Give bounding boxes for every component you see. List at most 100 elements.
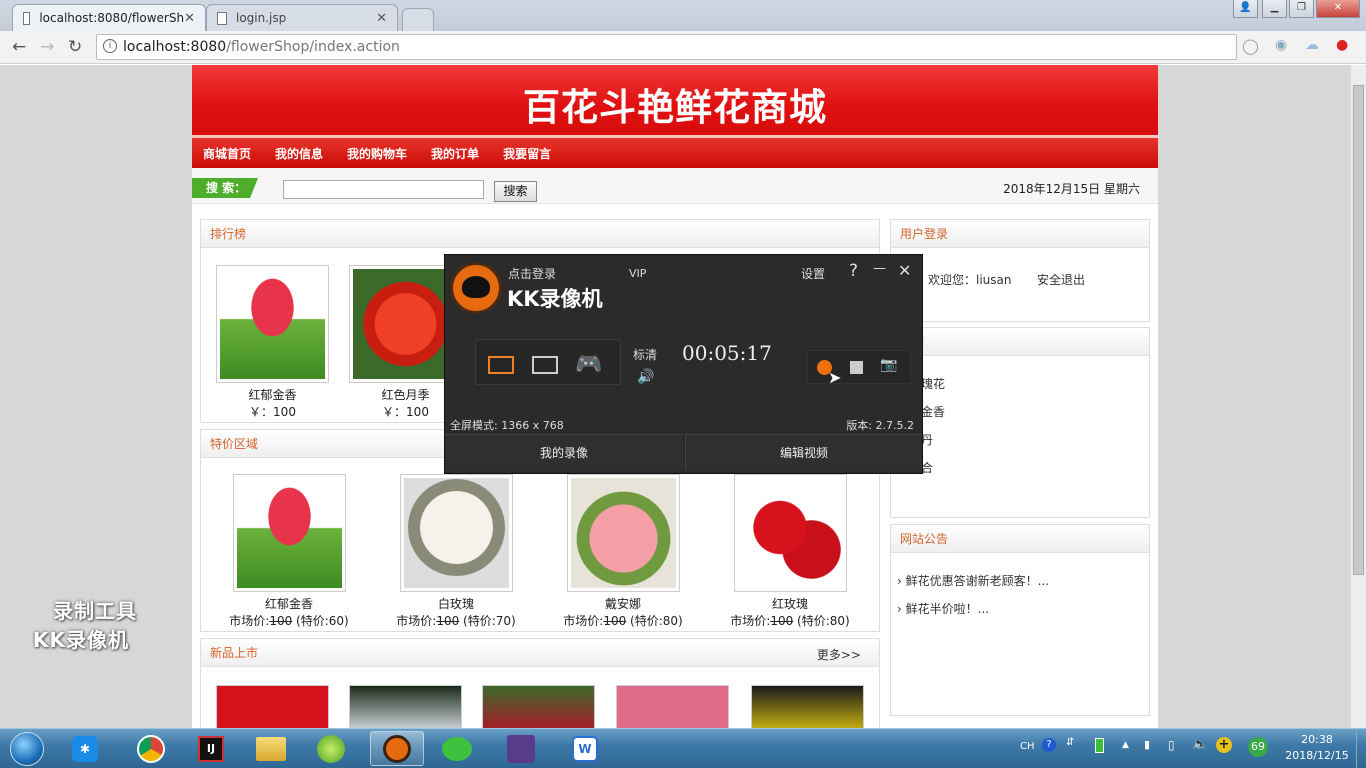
product-image[interactable] [482, 685, 595, 728]
address-bar[interactable]: i localhost:8080/flowerShop/index.action [96, 34, 1237, 60]
volume-icon[interactable]: 🔊 [637, 369, 654, 385]
plus-tray-icon[interactable]: + [1216, 737, 1232, 753]
product-image[interactable] [216, 265, 329, 383]
camera-icon[interactable]: 📷 [880, 357, 897, 373]
reload-icon[interactable]: ↻ [68, 37, 82, 57]
taskbar-app[interactable] [304, 731, 358, 766]
login-link[interactable]: 点击登录 [508, 265, 556, 282]
tab-close-icon[interactable]: ✕ [376, 11, 387, 26]
extension-icon[interactable]: ◯ [1242, 37, 1259, 55]
taskbar-kk-recorder[interactable] [370, 731, 424, 766]
product-image[interactable] [751, 685, 864, 728]
notice-item[interactable]: › 鲜花优惠答谢新老顾客！... [897, 567, 1049, 595]
tab-title: localhost:8080/flowerSh [39, 11, 185, 25]
search-input[interactable] [283, 180, 484, 199]
product-card[interactable]: 红玫瑰 市场价:100 (特价:80) [702, 474, 878, 629]
product-card[interactable]: 红郁金香 ￥：100 [216, 265, 329, 420]
taskbar-explorer[interactable] [244, 731, 298, 766]
nav-cart[interactable]: 我的购物车 [347, 145, 407, 162]
logout-link[interactable]: 安全退出 [1037, 271, 1085, 288]
signal-icon[interactable]: ▮ [1144, 738, 1150, 751]
maximize-icon[interactable]: ❐ [1289, 0, 1314, 18]
product-card[interactable]: 红郁金香 市场价:100 (特价:60) [201, 474, 377, 629]
new-tab-button[interactable] [402, 8, 434, 31]
close-window-icon[interactable]: ✕ [1316, 0, 1360, 18]
app-icon: W [572, 735, 598, 762]
region-mode-icon[interactable] [532, 356, 558, 374]
notice-item[interactable]: › 鲜花半价啦！... [897, 595, 1049, 623]
nav-my-info[interactable]: 我的信息 [275, 145, 323, 162]
show-desktop-button[interactable] [1356, 729, 1366, 768]
nav-message[interactable]: 我要留言 [503, 145, 551, 162]
extension-icon[interactable]: ● [1336, 37, 1348, 53]
product-name[interactable]: 白玫瑰 [368, 595, 544, 612]
back-icon[interactable]: ← [12, 37, 26, 57]
close-icon[interactable]: ✕ [898, 261, 911, 280]
battery-icon[interactable] [1095, 738, 1104, 753]
taskbar-chrome[interactable] [124, 731, 178, 766]
game-mode-icon[interactable]: 🎮 [575, 352, 602, 377]
nav-orders[interactable]: 我的订单 [431, 145, 479, 162]
taskbar-wechat[interactable] [430, 731, 484, 766]
my-videos-button[interactable]: 我的录像 [445, 434, 683, 471]
minimize-icon[interactable]: — [873, 261, 886, 276]
clock[interactable]: 20:38 2018/12/15 [1280, 732, 1354, 764]
product-image[interactable] [733, 474, 847, 592]
taskbar-intellij[interactable]: IJ [184, 731, 238, 766]
help-icon[interactable]: ? [849, 261, 858, 281]
tab-close-icon[interactable]: ✕ [184, 11, 195, 26]
fullscreen-mode-icon[interactable] [488, 356, 514, 374]
document-icon [23, 11, 31, 25]
product-name[interactable]: 戴安娜 [535, 595, 711, 612]
product-name[interactable]: 红郁金香 [216, 386, 329, 403]
login-panel: 用户登录 欢迎您：liusan 安全退出 [890, 219, 1150, 322]
brand-item[interactable]: 金香 [921, 398, 945, 426]
info-icon[interactable]: i [103, 39, 117, 53]
product-card[interactable]: 戴安娜 市场价:100 (特价:80) [535, 474, 711, 629]
windows-logo-icon [10, 731, 44, 766]
vip-badge[interactable]: VIP [629, 267, 646, 280]
nav-home[interactable]: 商城首页 [203, 145, 251, 162]
brand-item[interactable]: 合 [921, 454, 945, 482]
help-tray-icon[interactable]: ? [1042, 738, 1056, 752]
user-icon[interactable]: 👤 [1233, 0, 1258, 18]
settings-button[interactable]: 设置 [801, 265, 825, 282]
volume-tray-icon[interactable]: 🔈 [1192, 737, 1208, 752]
scrollbar-thumb[interactable] [1353, 85, 1364, 575]
tab-login[interactable]: login.jsp ✕ [206, 4, 398, 31]
stop-icon[interactable] [850, 361, 863, 374]
product-image[interactable] [216, 685, 329, 728]
quality-label[interactable]: 标清 [633, 346, 657, 363]
product-name[interactable]: 红玫瑰 [702, 595, 878, 612]
edit-video-button[interactable]: 编辑视频 [685, 434, 922, 471]
page-scrollbar[interactable] [1350, 65, 1366, 728]
show-hidden-icons[interactable]: ▲ [1122, 740, 1129, 750]
product-image[interactable] [616, 685, 729, 728]
product-image[interactable] [349, 685, 462, 728]
security-badge[interactable]: 69 [1248, 737, 1268, 757]
brand-item[interactable]: 瑰花 [921, 370, 945, 398]
start-button[interactable] [2, 729, 52, 768]
taskbar-app[interactable]: ✱ [58, 731, 112, 766]
product-image[interactable] [399, 474, 513, 592]
product-image[interactable] [232, 474, 346, 592]
product-price: ￥：100 [249, 405, 296, 419]
product-name[interactable]: 红郁金香 [201, 595, 377, 612]
taskbar-app[interactable]: W [558, 731, 612, 766]
taskbar-eclipse[interactable] [494, 731, 548, 766]
forward-icon[interactable]: → [40, 37, 54, 57]
device-icon[interactable]: ▯ [1168, 738, 1175, 752]
more-link[interactable]: 更多>> [817, 646, 861, 663]
tab-flowershop[interactable]: localhost:8080/flowerSh ✕ [12, 4, 206, 31]
panel-title: 用户登录 [891, 220, 1149, 248]
extension-icon[interactable]: ◉ [1275, 37, 1287, 53]
input-language[interactable]: CH [1020, 741, 1035, 752]
tray-arrows-icon[interactable]: ⇵ [1066, 737, 1074, 748]
brand-item[interactable]: 丹 [921, 426, 945, 454]
extension-icon[interactable]: ☁ [1305, 37, 1319, 53]
minimize-icon[interactable]: ▁ [1262, 0, 1287, 18]
search-button[interactable]: 搜索 [494, 181, 537, 202]
product-card[interactable]: 白玫瑰 市场价:100 (特价:70) [368, 474, 544, 629]
product-image[interactable] [566, 474, 680, 592]
browser-tab-bar: localhost:8080/flowerSh ✕ login.jsp ✕ 👤 … [0, 0, 1366, 31]
